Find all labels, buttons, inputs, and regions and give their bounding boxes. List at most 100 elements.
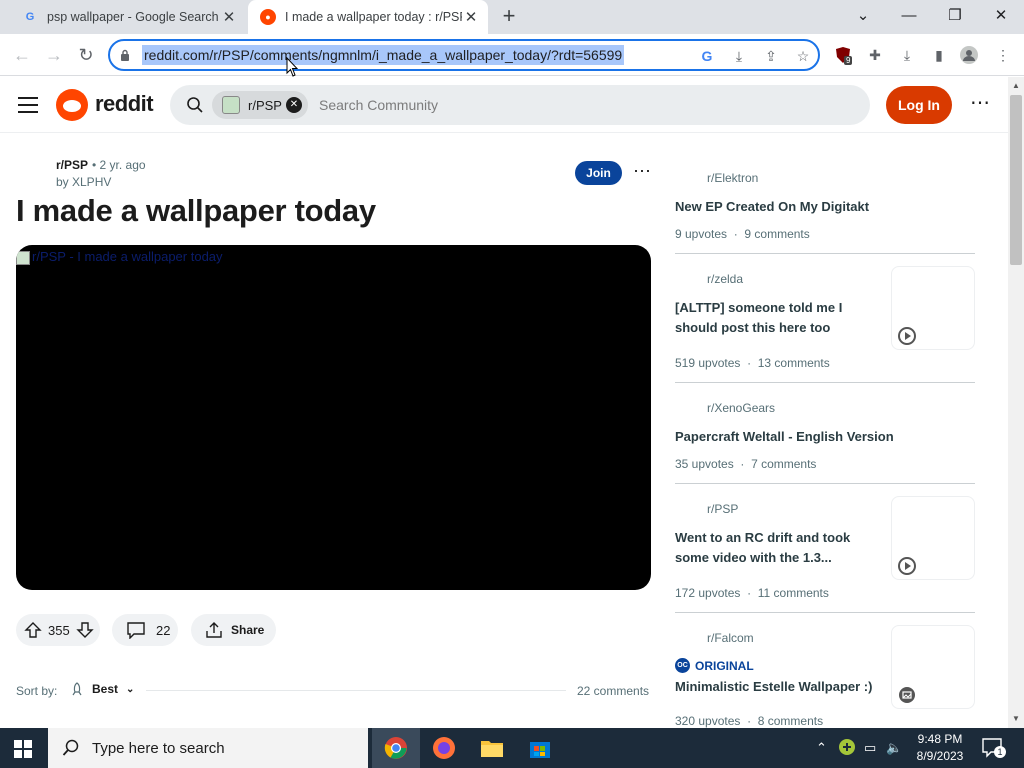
reddit-header: reddit r/PSP ✕ Search Community Log In ⋯ bbox=[0, 77, 1008, 133]
side-panel-icon[interactable]: ▮ bbox=[930, 46, 948, 64]
related-post-item[interactable]: r/Falcom OC ORIGINAL Minimalistic Estell… bbox=[675, 625, 975, 728]
tab-reddit-post[interactable]: ● I made a wallpaper today : r/PSP ✕ bbox=[248, 0, 488, 34]
volume-icon[interactable]: 🔈 bbox=[886, 740, 902, 756]
close-window-button[interactable]: ✕ bbox=[978, 0, 1024, 30]
related-post-stats: 519 upvotes · 13 comments bbox=[675, 356, 830, 370]
search-bar[interactable]: r/PSP ✕ Search Community bbox=[170, 85, 870, 125]
minimize-button[interactable]: — bbox=[886, 0, 932, 30]
divider bbox=[675, 483, 975, 484]
page-scrollbar[interactable]: ▲ ▼ bbox=[1008, 77, 1024, 728]
profile-avatar-icon[interactable] bbox=[960, 46, 978, 64]
scrollbar-thumb[interactable] bbox=[1010, 95, 1022, 265]
related-post-title[interactable]: New EP Created On My Digitakt bbox=[675, 197, 975, 217]
post-author[interactable]: by XLPHV bbox=[56, 175, 111, 189]
bookmark-star-icon[interactable]: ☆ bbox=[794, 47, 812, 65]
post-timestamp: • 2 yr. ago bbox=[92, 158, 146, 172]
ublock-extension-icon[interactable]: 9 bbox=[834, 46, 853, 65]
downvote-icon[interactable] bbox=[76, 621, 94, 639]
url-text[interactable]: reddit.com/r/PSP/comments/ngmnlm/i_made_… bbox=[142, 45, 625, 65]
sort-dropdown[interactable]: Best ⌄ bbox=[70, 682, 134, 696]
share-icon[interactable]: ⇪ bbox=[762, 47, 780, 65]
post-title: I made a wallpaper today bbox=[16, 193, 376, 228]
close-tab-icon[interactable]: ✕ bbox=[462, 8, 480, 26]
post-more-options-icon[interactable]: ⋯ bbox=[630, 161, 654, 185]
comment-icon bbox=[127, 622, 145, 639]
related-post-subreddit[interactable]: r/zelda bbox=[707, 272, 743, 286]
reddit-icon: ● bbox=[260, 9, 276, 25]
play-icon bbox=[898, 327, 916, 345]
firefox-taskbar-icon[interactable] bbox=[420, 728, 468, 768]
file-explorer-taskbar-icon[interactable] bbox=[468, 728, 516, 768]
related-post-title[interactable]: [ALTTP] someone told me I should post th… bbox=[675, 298, 875, 338]
share-button[interactable]: Share bbox=[191, 614, 276, 646]
remove-filter-icon[interactable]: ✕ bbox=[286, 97, 302, 113]
related-post-title[interactable]: Papercraft Weltall - English Version bbox=[675, 427, 975, 447]
chrome-taskbar-icon[interactable] bbox=[372, 728, 420, 768]
chevron-down-icon: ⌄ bbox=[126, 683, 135, 695]
related-post-stats: 9 upvotes · 9 comments bbox=[675, 227, 810, 241]
search-icon bbox=[62, 739, 79, 756]
clock-time: 9:48 PM bbox=[917, 732, 963, 746]
more-options-icon[interactable]: ⋯ bbox=[968, 91, 992, 119]
windows-taskbar: Type here to search ⌃ ▭ 🔈 9:48 PM 8/9/20… bbox=[0, 728, 1024, 768]
reload-button[interactable]: ↻ bbox=[74, 43, 98, 67]
related-post-item[interactable]: r/XenoGears Papercraft Weltall - English… bbox=[675, 400, 975, 480]
google-lens-icon[interactable]: G bbox=[698, 47, 716, 65]
tray-app-icon[interactable] bbox=[838, 738, 856, 759]
broken-image-icon bbox=[16, 250, 30, 265]
windows-start-icon[interactable] bbox=[14, 740, 32, 758]
store-taskbar-icon[interactable] bbox=[516, 728, 564, 768]
upvote-icon[interactable] bbox=[24, 621, 42, 639]
taskbar-clock[interactable]: 9:48 PM 8/9/2023 bbox=[912, 731, 968, 765]
related-post-item[interactable]: r/Elektron New EP Created On My Digitakt… bbox=[675, 170, 975, 250]
community-filter-chip[interactable]: r/PSP ✕ bbox=[212, 91, 308, 119]
related-post-item[interactable]: r/zelda [ALTTP] someone told me I should… bbox=[675, 266, 975, 376]
close-tab-icon[interactable]: ✕ bbox=[220, 8, 238, 26]
taskbar-search-box[interactable]: Type here to search bbox=[48, 728, 368, 768]
show-hidden-icons-icon[interactable]: ⌃ bbox=[816, 740, 827, 756]
tab-search-icon[interactable]: ⌄ bbox=[840, 0, 886, 30]
extensions-puzzle-icon[interactable]: ✚ bbox=[866, 46, 884, 64]
network-icon[interactable]: ▭ bbox=[864, 740, 876, 756]
comments-button[interactable]: 22 bbox=[112, 614, 178, 646]
hamburger-menu-icon[interactable] bbox=[18, 97, 38, 113]
downloads-icon[interactable]: ⤓ bbox=[898, 46, 916, 64]
original-content-badge: OC ORIGINAL bbox=[675, 658, 754, 673]
new-tab-button[interactable]: + bbox=[498, 5, 520, 28]
related-post-item[interactable]: r/PSP Went to an RC drift and took some … bbox=[675, 496, 975, 606]
related-post-title[interactable]: Went to an RC drift and took some video … bbox=[675, 528, 875, 568]
divider bbox=[675, 382, 975, 383]
related-post-subreddit[interactable]: r/PSP bbox=[707, 502, 738, 516]
forward-button[interactable]: → bbox=[42, 43, 66, 67]
tab-google-search[interactable]: G psp wallpaper - Google Search ✕ bbox=[10, 0, 246, 34]
related-post-thumbnail[interactable] bbox=[891, 266, 975, 350]
vote-count: 355 bbox=[48, 622, 70, 638]
post-media[interactable]: r/PSP - I made a wallpaper today bbox=[16, 245, 651, 590]
address-bar[interactable]: reddit.com/r/PSP/comments/ngmnlm/i_made_… bbox=[108, 39, 820, 71]
related-post-title[interactable]: Minimalistic Estelle Wallpaper :) bbox=[675, 677, 885, 697]
reddit-logo-icon[interactable] bbox=[56, 89, 88, 121]
related-post-thumbnail[interactable] bbox=[891, 625, 975, 709]
related-post-subreddit[interactable]: r/Elektron bbox=[707, 171, 758, 185]
restore-button[interactable]: ❐ bbox=[932, 0, 978, 30]
related-post-subreddit[interactable]: r/Falcom bbox=[707, 631, 754, 645]
login-button[interactable]: Log In bbox=[886, 86, 952, 124]
notification-center-icon[interactable]: 1 bbox=[982, 738, 1006, 758]
community-avatar bbox=[222, 96, 240, 114]
install-app-icon[interactable]: ⤓ bbox=[730, 47, 748, 65]
back-button[interactable]: ← bbox=[10, 43, 34, 67]
scroll-down-icon[interactable]: ▼ bbox=[1011, 714, 1021, 723]
join-button[interactable]: Join bbox=[575, 161, 622, 185]
comment-count-label: 22 comments bbox=[577, 684, 650, 698]
related-post-thumbnail[interactable] bbox=[891, 496, 975, 580]
related-post-stats: 172 upvotes · 11 comments bbox=[675, 586, 829, 600]
post-subreddit-link[interactable]: r/PSP bbox=[56, 158, 88, 172]
browser-menu-icon[interactable]: ⋮ bbox=[994, 46, 1012, 64]
share-label: Share bbox=[231, 623, 265, 637]
divider bbox=[675, 253, 975, 254]
related-post-subreddit[interactable]: r/XenoGears bbox=[707, 401, 775, 415]
taskbar-search-placeholder: Type here to search bbox=[92, 739, 225, 757]
scroll-up-icon[interactable]: ▲ bbox=[1011, 81, 1021, 90]
reddit-logo-text[interactable]: reddit bbox=[95, 91, 154, 117]
notification-count: 1 bbox=[994, 746, 1006, 758]
